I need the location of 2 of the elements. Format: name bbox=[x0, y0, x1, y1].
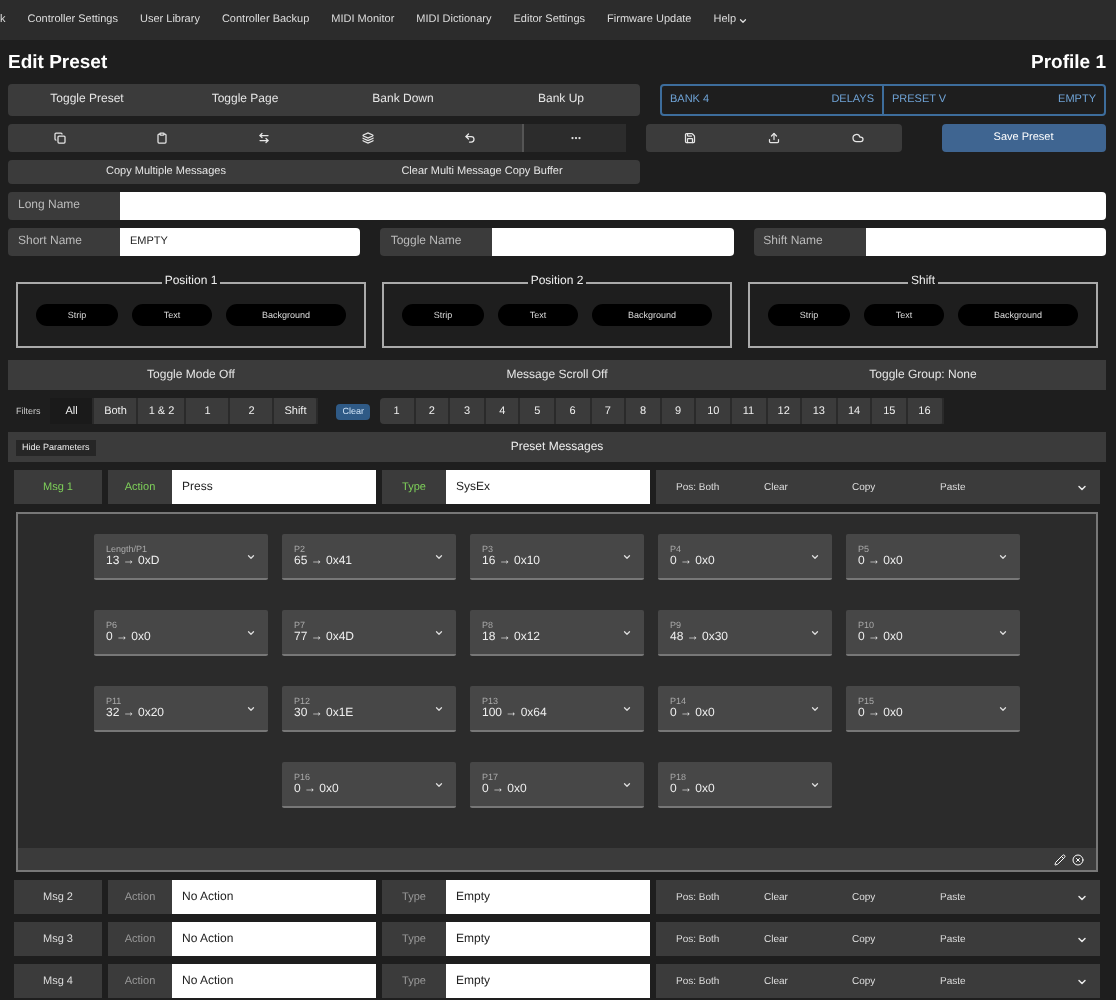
page-title: Edit Preset bbox=[8, 51, 108, 73]
profile-label: Profile 1 bbox=[1031, 51, 1106, 73]
